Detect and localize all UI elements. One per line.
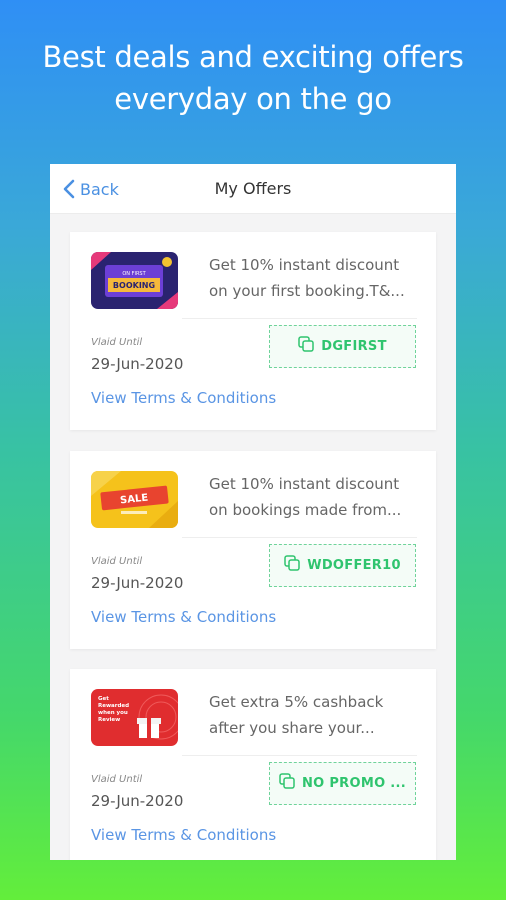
offer-description: Get 10% instant discount on your first b… xyxy=(209,252,424,304)
view-terms-link[interactable]: View Terms & Conditions xyxy=(91,608,276,626)
offer-description-line-2: on your first booking.T&... xyxy=(209,282,405,300)
svg-text:BOOKING: BOOKING xyxy=(113,281,155,290)
app-screen: Back My Offers ON FIRST BOOKING Get 10% … xyxy=(50,164,456,860)
promo-code: WDOFFER10 xyxy=(307,558,401,573)
promo-code: DGFIRST xyxy=(321,339,387,354)
offer-card: ON FIRST BOOKING Get 10% instant discoun… xyxy=(70,232,436,430)
valid-until-date: 29-Jun-2020 xyxy=(91,355,184,373)
view-terms-link[interactable]: View Terms & Conditions xyxy=(91,826,276,844)
valid-until-date: 29-Jun-2020 xyxy=(91,574,184,592)
valid-until-label: Vlaid Until xyxy=(91,337,143,348)
offer-description: Get extra 5% cashback after you share yo… xyxy=(209,689,424,741)
svg-text:when you: when you xyxy=(98,710,128,716)
copy-code-button[interactable]: NO PROMO ... xyxy=(269,762,416,805)
page-title: My Offers xyxy=(214,179,292,198)
promo-code: NO PROMO ... xyxy=(302,776,406,791)
divider xyxy=(182,755,417,756)
valid-until-label: Vlaid Until xyxy=(91,774,143,785)
offer-image-sale: SALE xyxy=(91,471,178,528)
offer-description-line-1: Get 10% instant discount xyxy=(209,256,400,274)
nav-bar: Back My Offers xyxy=(50,164,456,214)
offer-image-review-reward: Get Rewarded when you Review xyxy=(91,689,178,746)
offer-card: Get Rewarded when you Review Get extra 5… xyxy=(70,669,436,860)
promo-headline: Best deals and exciting offers everyday … xyxy=(0,36,506,120)
promo-headline-line-2: everyday on the go xyxy=(114,82,392,116)
copy-code-button[interactable]: WDOFFER10 xyxy=(269,544,416,587)
svg-text:Get: Get xyxy=(98,696,109,702)
copy-icon xyxy=(298,335,314,352)
svg-text:Review: Review xyxy=(98,717,120,723)
offer-description: Get 10% instant discount on bookings mad… xyxy=(209,471,424,523)
offer-image-first-booking: ON FIRST BOOKING xyxy=(91,252,178,309)
view-terms-link[interactable]: View Terms & Conditions xyxy=(91,389,276,407)
offer-description-line-2: after you share your... xyxy=(209,719,375,737)
copy-icon xyxy=(284,554,300,571)
copy-code-button[interactable]: DGFIRST xyxy=(269,325,416,368)
promo-headline-line-1: Best deals and exciting offers xyxy=(42,40,464,74)
valid-until-label: Vlaid Until xyxy=(91,556,143,567)
offer-card: SALE Get 10% instant discount on booking… xyxy=(70,451,436,649)
copy-icon xyxy=(279,772,295,789)
valid-until-date: 29-Jun-2020 xyxy=(91,792,184,810)
offer-description-line-1: Get 10% instant discount xyxy=(209,475,400,493)
offer-description-line-1: Get extra 5% cashback xyxy=(209,693,384,711)
svg-text:Rewarded: Rewarded xyxy=(98,703,129,709)
divider xyxy=(182,537,417,538)
svg-text:ON FIRST: ON FIRST xyxy=(122,271,146,277)
offer-description-line-2: on bookings made from... xyxy=(209,501,402,519)
divider xyxy=(182,318,417,319)
